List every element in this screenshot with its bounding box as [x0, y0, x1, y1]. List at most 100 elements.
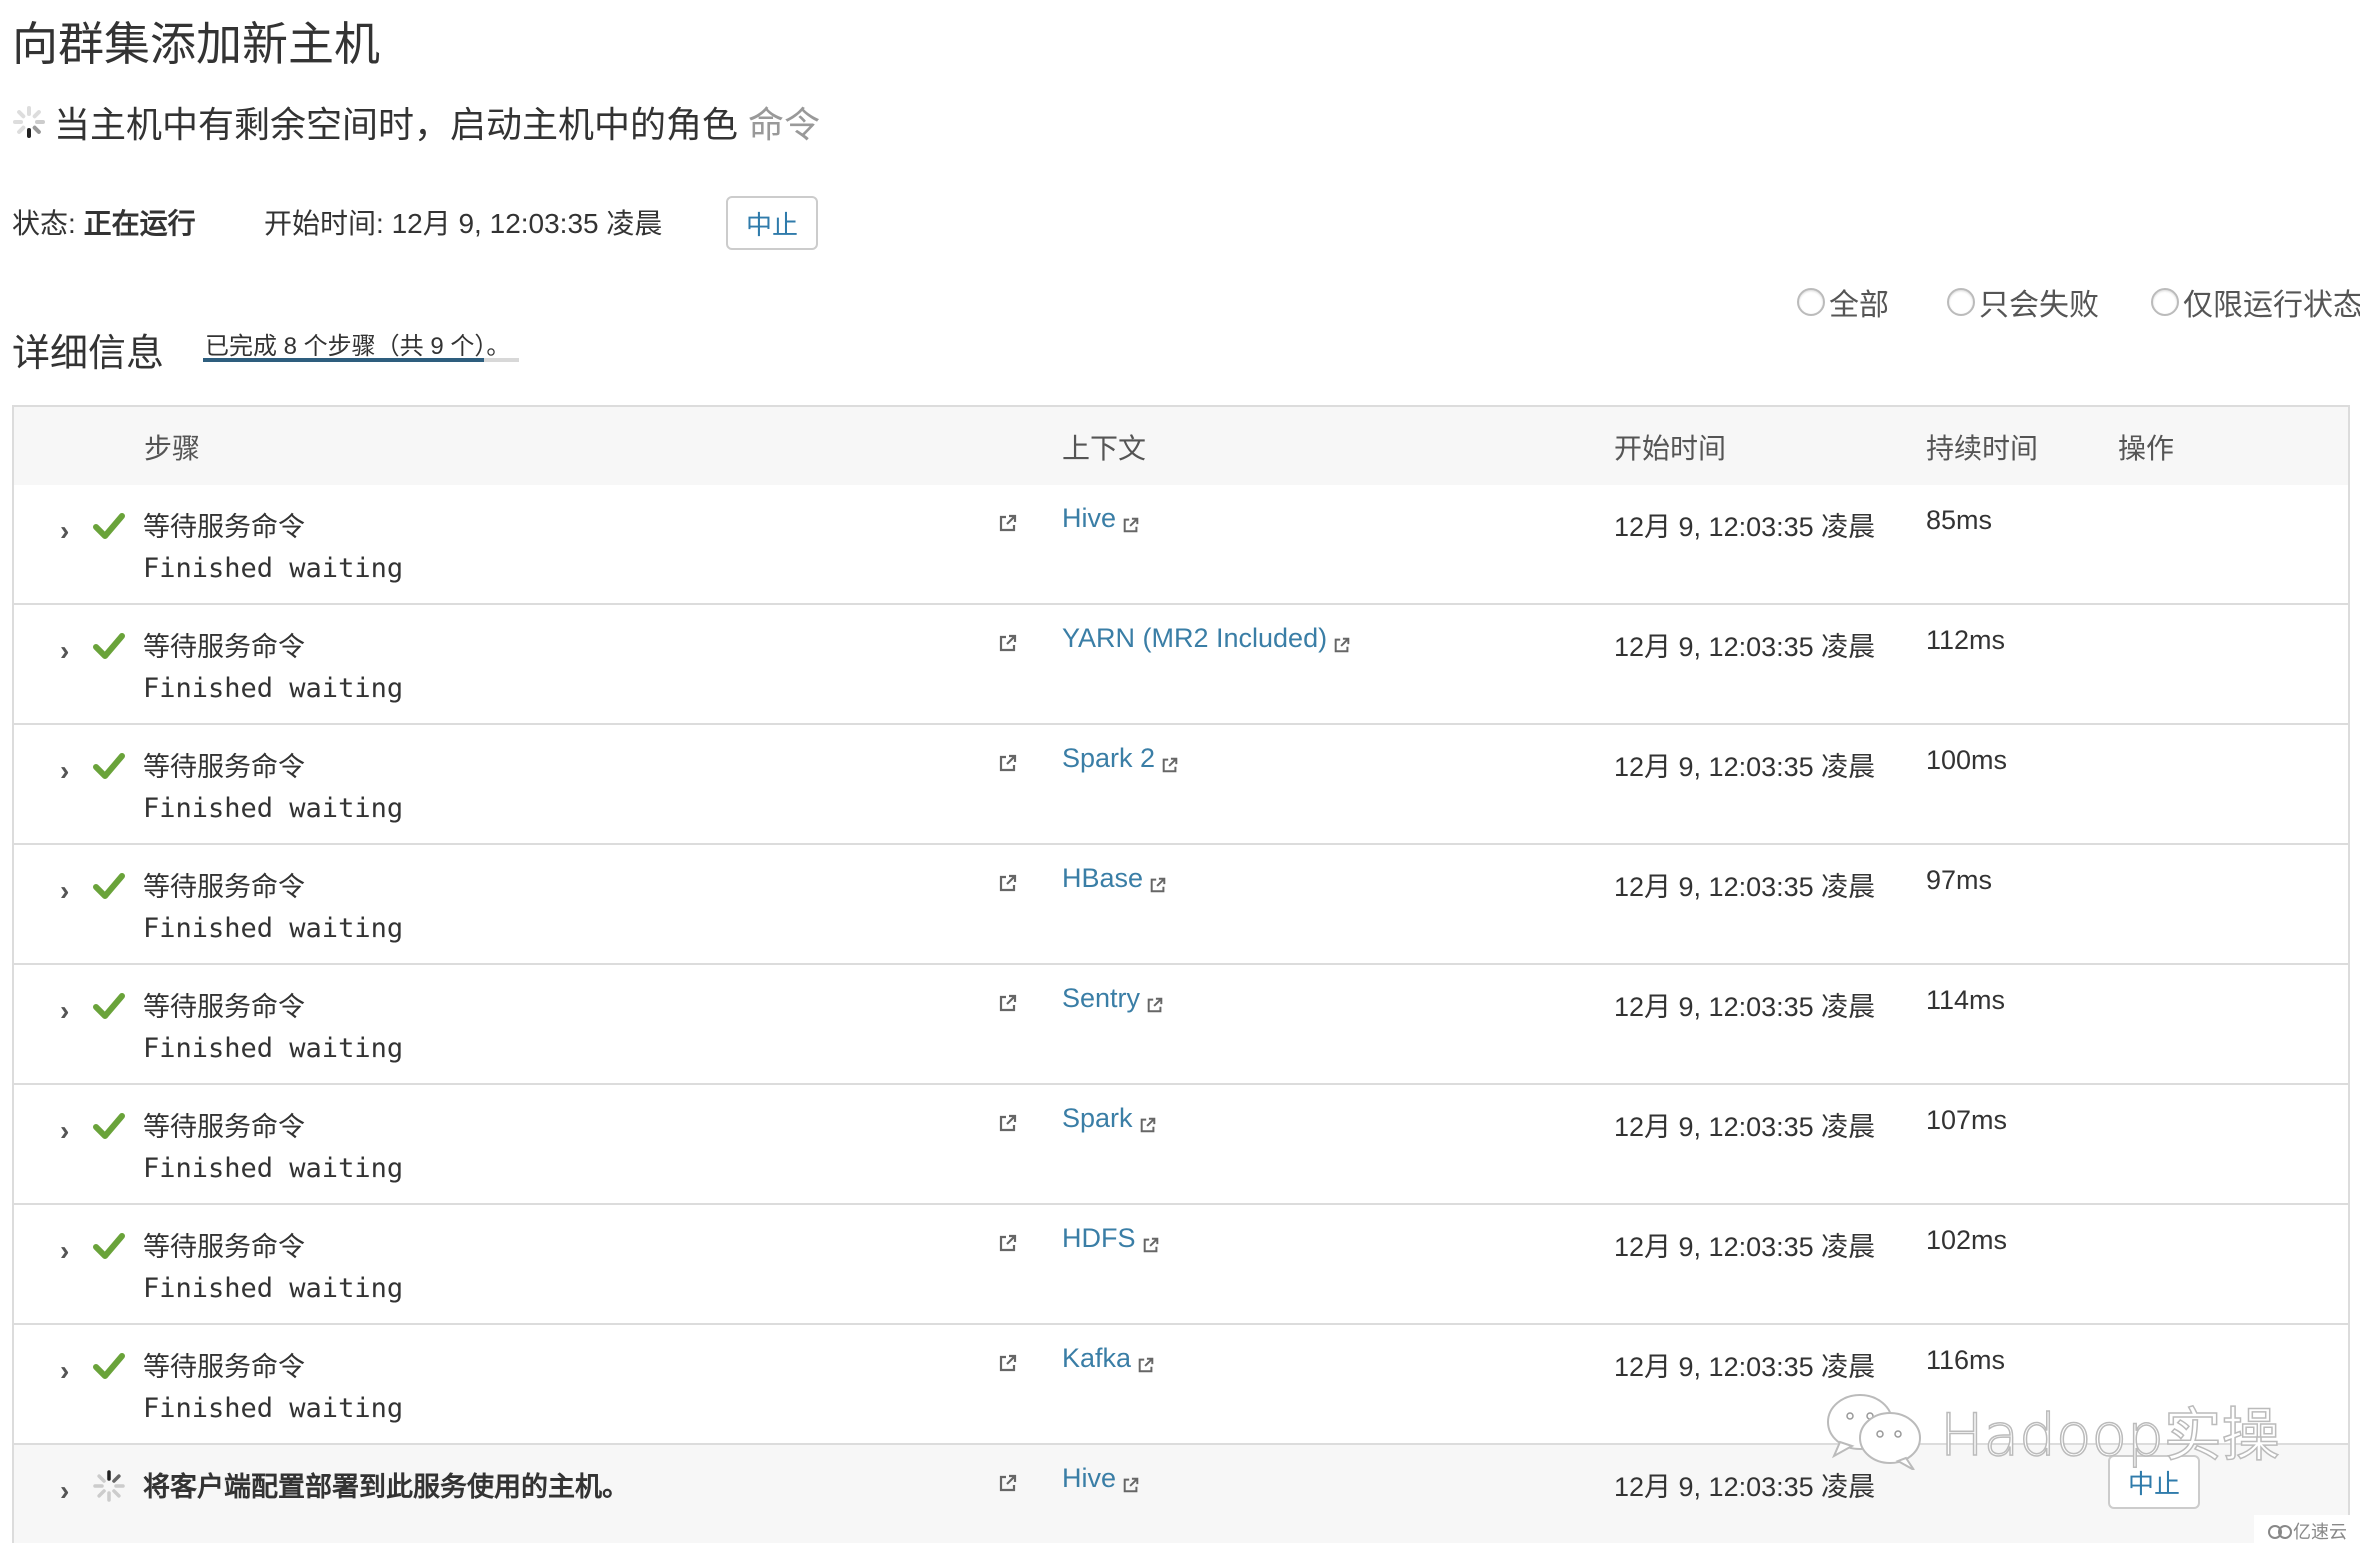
expand-chevron-icon[interactable]: ›	[60, 1235, 80, 1266]
step-name: 等待服务命令	[143, 1232, 305, 1262]
context-link-text[interactable]: Sentry	[1062, 983, 1140, 1014]
step-duration: 107ms	[1926, 1105, 2008, 1135]
step-message: Finished waiting	[143, 913, 404, 944]
step-message: Finished waiting	[143, 1153, 404, 1184]
start-time-value: 12月 9, 12:03:35 凌晨	[391, 208, 663, 239]
yisu-logo: 亿速云	[2254, 1515, 2360, 1546]
command-title: 当主机中有剩余空间时，启动主机中的角色 命令	[12, 96, 820, 148]
abort-command-button[interactable]: 中止	[726, 196, 818, 250]
external-link-icon[interactable]	[998, 1353, 1018, 1373]
context-link-text[interactable]: HDFS	[1062, 1223, 1136, 1254]
start-time-label: 开始时间:	[264, 208, 384, 239]
check-icon	[92, 869, 126, 903]
radio-circle[interactable]	[2151, 288, 2179, 316]
expand-chevron-icon[interactable]: ›	[60, 1355, 80, 1386]
step-start-time: 12月 9, 12:03:35 凌晨	[1614, 872, 1876, 902]
abort-step-button[interactable]: 中止	[2108, 1455, 2200, 1509]
step-start-time: 12月 9, 12:03:35 凌晨	[1614, 992, 1876, 1022]
external-link-icon	[1161, 750, 1179, 772]
external-link-icon	[1122, 510, 1140, 532]
header-step[interactable]: 步骤	[144, 427, 200, 467]
step-start-time: 12月 9, 12:03:35 凌晨	[1614, 632, 1876, 662]
filter-running-radio[interactable]: 仅限运行状态	[2151, 280, 2360, 324]
context-link[interactable]: Spark	[1062, 1103, 1157, 1134]
step-start-time: 12月 9, 12:03:35 凌晨	[1614, 1352, 1876, 1382]
check-icon	[92, 629, 126, 663]
step-message: Finished waiting	[143, 1033, 404, 1064]
table-row: › 等待服务命令 Finished waiting HDFS 12月 9, 12:03:…	[14, 1205, 2348, 1325]
step-start-time: 12月 9, 12:03:35 凌晨	[1614, 752, 1876, 782]
step-message: Finished waiting	[143, 673, 404, 704]
radio-circle[interactable]	[1947, 288, 1975, 316]
context-link[interactable]: HBase	[1062, 863, 1167, 894]
external-link-icon[interactable]	[998, 633, 1018, 653]
expand-chevron-icon[interactable]: ›	[60, 755, 80, 786]
check-icon	[92, 989, 126, 1023]
context-link[interactable]: Hive	[1062, 1463, 1140, 1494]
external-link-icon[interactable]	[998, 753, 1018, 773]
spinner-icon	[92, 1469, 126, 1503]
details-heading: 详细信息	[12, 333, 165, 375]
table-row: › 等待服务命令 Finished waiting Spark 12月 9, 12:03…	[14, 1085, 2348, 1205]
step-name: 等待服务命令	[143, 632, 305, 662]
step-message: Finished waiting	[143, 553, 404, 584]
step-name: 等待服务命令	[143, 992, 305, 1022]
external-link-icon[interactable]	[998, 1113, 1018, 1133]
context-link-text[interactable]: Spark	[1062, 1103, 1133, 1134]
step-duration: 97ms	[1926, 865, 1993, 895]
cloud-icon	[2268, 1524, 2292, 1539]
table-header: 步骤 上下文 开始时间 持续时间 操作	[14, 407, 2348, 487]
context-link-text[interactable]: HBase	[1062, 863, 1143, 894]
header-context[interactable]: 上下文	[1062, 427, 1146, 467]
expand-chevron-icon[interactable]: ›	[60, 1475, 80, 1506]
expand-chevron-icon[interactable]: ›	[60, 635, 80, 666]
start-time: 开始时间: 12月 9, 12:03:35 凌晨	[264, 202, 662, 242]
context-link[interactable]: YARN (MR2 Included)	[1062, 623, 1351, 654]
check-icon	[92, 749, 126, 783]
filter-all-radio[interactable]: 全部	[1797, 280, 1889, 324]
header-duration[interactable]: 持续时间	[1926, 427, 2038, 467]
step-start-time: 12月 9, 12:03:35 凌晨	[1614, 1112, 1876, 1142]
context-link-text[interactable]: YARN (MR2 Included)	[1062, 623, 1327, 654]
external-link-icon[interactable]	[998, 993, 1018, 1013]
step-name: 等待服务命令	[143, 1112, 305, 1142]
expand-chevron-icon[interactable]: ›	[60, 995, 80, 1026]
context-link-text[interactable]: Spark 2	[1062, 743, 1155, 774]
radio-circle[interactable]	[1797, 288, 1825, 316]
external-link-icon[interactable]	[998, 513, 1018, 533]
external-link-icon[interactable]	[998, 1233, 1018, 1253]
status-label: 状态:	[12, 208, 76, 239]
check-icon	[92, 1109, 126, 1143]
table-row: › 等待服务命令 Finished waiting Hive 12月 9, 12:03:…	[14, 485, 2348, 605]
context-link[interactable]: Hive	[1062, 503, 1140, 534]
header-start-time[interactable]: 开始时间	[1614, 427, 1726, 467]
context-link-text[interactable]: Hive	[1062, 1463, 1116, 1494]
external-link-icon[interactable]	[998, 873, 1018, 893]
external-link-icon	[1137, 1350, 1155, 1372]
external-link-icon	[1333, 630, 1351, 652]
step-name: 将客户端配置部署到此服务使用的主机。	[143, 1472, 629, 1502]
step-duration: 116ms	[1926, 1345, 2006, 1375]
table-row: › 等待服务命令 Finished waiting Spark 2 12月 9, 12:…	[14, 725, 2348, 845]
context-link[interactable]: Kafka	[1062, 1343, 1155, 1374]
context-link[interactable]: Sentry	[1062, 983, 1164, 1014]
expand-chevron-icon[interactable]: ›	[60, 515, 80, 546]
filter-failed-radio[interactable]: 只会失败	[1947, 280, 2099, 324]
progress-bar-fill	[203, 358, 484, 362]
page-title: 向群集添加新主机	[12, 18, 380, 70]
step-message: Finished waiting	[143, 793, 404, 824]
context-link[interactable]: Spark 2	[1062, 743, 1179, 774]
step-name: 等待服务命令	[143, 512, 305, 542]
context-link-text[interactable]: Kafka	[1062, 1343, 1131, 1374]
external-link-icon	[1149, 870, 1167, 892]
expand-chevron-icon[interactable]: ›	[60, 1115, 80, 1146]
context-link-text[interactable]: Hive	[1062, 503, 1116, 534]
filter-all-label: 全部	[1829, 289, 1889, 322]
table-row: › 将客户端配置部署到此服务使用的主机。 Hive 12月 9, 12:03:35 凌…	[14, 1445, 2348, 1543]
context-link[interactable]: HDFS	[1062, 1223, 1160, 1254]
expand-chevron-icon[interactable]: ›	[60, 875, 80, 906]
step-duration: 85ms	[1926, 505, 1993, 535]
external-link-icon[interactable]	[998, 1473, 1018, 1493]
yisu-logo-text: 亿速云	[2293, 1521, 2347, 1542]
step-message: Finished waiting	[143, 1273, 404, 1304]
